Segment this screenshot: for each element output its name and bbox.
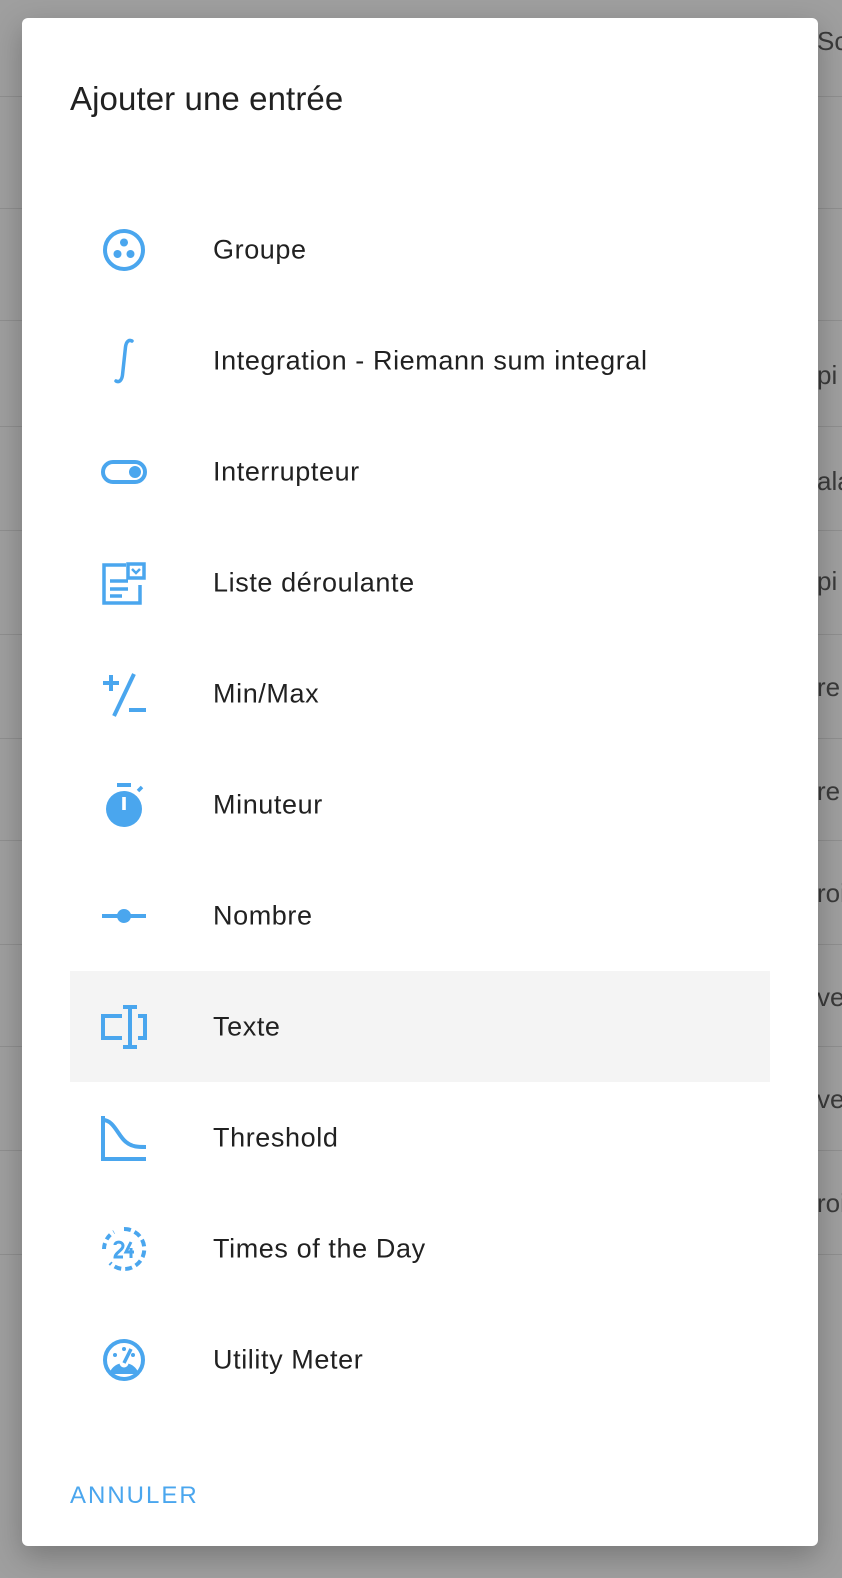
- slider-icon: [100, 892, 148, 940]
- item-label: Utility Meter: [213, 1344, 364, 1374]
- list-item-threshold[interactable]: Threshold: [70, 1082, 770, 1193]
- timer-icon: [100, 781, 148, 829]
- add-helper-dialog: Ajouter une entrée Groupe Integration - …: [22, 18, 818, 1546]
- item-label: Interrupteur: [213, 456, 360, 486]
- plus-minus-icon: [100, 670, 148, 718]
- item-label: Threshold: [213, 1122, 339, 1152]
- list-item-min-max[interactable]: Min/Max: [70, 638, 770, 749]
- item-label: Times of the Day: [213, 1233, 426, 1263]
- list-item-integration[interactable]: Integration - Riemann sum integral: [70, 305, 770, 416]
- integral-icon: [100, 337, 148, 385]
- threshold-curve-icon: [100, 1114, 148, 1162]
- dialog-title: Ajouter une entrée: [70, 80, 344, 117]
- item-label: Liste déroulante: [213, 567, 415, 597]
- list-item-utility-meter[interactable]: Utility Meter: [70, 1304, 770, 1415]
- bg-text-fragment: ve: [817, 982, 842, 1012]
- item-label: Groupe: [213, 234, 307, 264]
- bg-text-fragment: ala: [817, 466, 842, 496]
- group-icon: [100, 226, 148, 274]
- cancel-button[interactable]: ANNULER: [62, 1474, 207, 1518]
- list-item-texte[interactable]: Texte: [70, 971, 770, 1082]
- list-item-times-of-the-day[interactable]: Times of the Day: [70, 1193, 770, 1304]
- bg-text-fragment: roi: [817, 878, 842, 908]
- list-item[interactable]: [70, 134, 770, 161]
- item-label: Nombre: [213, 900, 313, 930]
- bg-text-fragment: roi: [817, 1188, 842, 1218]
- list-item-liste-deroulante[interactable]: Liste déroulante: [70, 527, 770, 638]
- list-item-interrupteur[interactable]: Interrupteur: [70, 416, 770, 527]
- list-item-nombre[interactable]: Nombre: [70, 860, 770, 971]
- helper-type-list[interactable]: Groupe Integration - Riemann sum integra…: [70, 134, 770, 1426]
- bg-text-fragment: pi: [817, 566, 838, 596]
- bg-text-fragment: re: [817, 776, 841, 806]
- form-dropdown-icon: [100, 559, 148, 607]
- text-cursor-icon: [100, 1003, 148, 1051]
- item-label: Texte: [213, 1011, 281, 1041]
- bg-text-fragment: pi: [817, 360, 838, 390]
- bg-text-fragment: Sc: [817, 26, 842, 56]
- list-item-groupe[interactable]: Groupe: [70, 194, 770, 305]
- item-label: Min/Max: [213, 678, 320, 708]
- item-label: Integration - Riemann sum integral: [213, 345, 648, 375]
- bg-text-fragment: ve: [817, 1084, 842, 1114]
- bg-text-fragment: re: [817, 672, 841, 702]
- gauge-icon: [100, 1336, 148, 1384]
- item-label: Minuteur: [213, 789, 323, 819]
- toggle-switch-icon: [100, 448, 148, 496]
- clock-24-icon: [100, 1225, 148, 1273]
- list-item-minuteur[interactable]: Minuteur: [70, 749, 770, 860]
